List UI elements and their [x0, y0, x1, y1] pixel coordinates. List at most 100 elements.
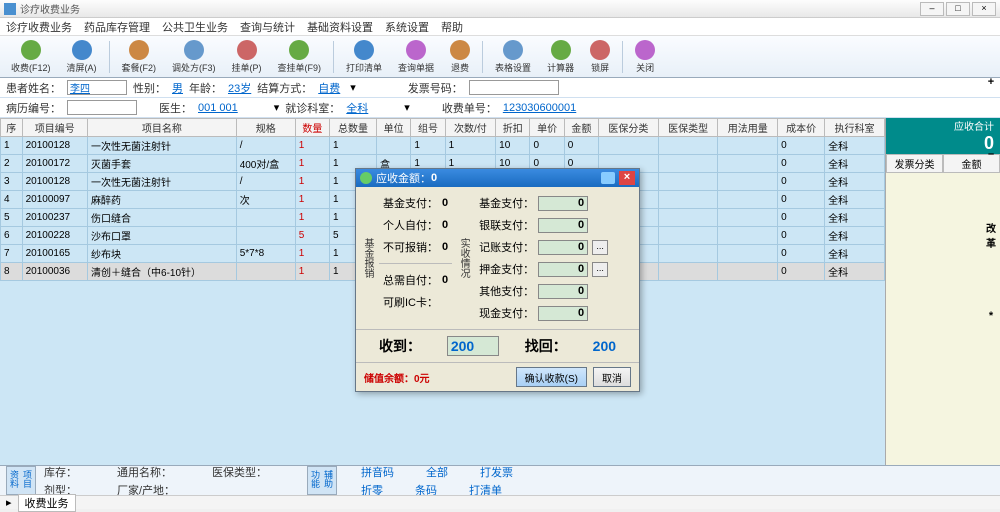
other-label: 其他支付： — [479, 283, 534, 299]
union-label: 银联支付： — [479, 217, 534, 233]
grid-header[interactable]: 单位 — [377, 119, 411, 137]
paymethod-value[interactable]: 自费 — [318, 80, 340, 96]
toolbar-icon — [184, 40, 204, 60]
menu-item[interactable]: 诊疗收费业务 — [6, 19, 72, 35]
dialog-icon — [360, 172, 372, 184]
grid-header[interactable]: 金额 — [564, 119, 598, 137]
union-input[interactable] — [538, 218, 588, 233]
toolbar-label: 关闭 — [636, 61, 654, 74]
toolbar-button[interactable]: 退费 — [443, 37, 477, 77]
main-toolbar: 收费(F12)清屏(A) 套餐(F2)调处方(F3)挂单(P) 查挂单(F9) 打印清… — [0, 36, 1000, 78]
toolbar-button[interactable]: 查挂单(F9) — [271, 37, 329, 77]
toolbar-button[interactable]: 打印清单 — [339, 37, 389, 77]
grid-header[interactable]: 医保类型 — [658, 119, 718, 137]
grid-header[interactable]: 单价 — [530, 119, 564, 137]
toolbar-label: 计算器 — [547, 61, 574, 74]
patient-name-label: 患者姓名： — [6, 80, 61, 96]
toolbar-button[interactable]: 计算器 — [540, 37, 581, 77]
item-info-tab[interactable]: 项目资料 — [6, 466, 36, 495]
age-value[interactable]: 23岁 — [228, 80, 251, 96]
dept-value[interactable]: 全科 — [346, 100, 368, 116]
sound-icon[interactable] — [601, 172, 615, 184]
toolbar-label: 打印清单 — [346, 61, 382, 74]
grid-header[interactable]: 用法用量 — [718, 119, 778, 137]
grid-header[interactable]: 次数/付 — [445, 119, 496, 137]
grid-header[interactable]: 数量 — [295, 119, 329, 137]
toolbar-button[interactable]: 收费(F12) — [4, 37, 58, 77]
minus-button[interactable]: – — [988, 148, 994, 160]
all-link[interactable]: 全部 — [426, 467, 448, 479]
fund2-input[interactable] — [538, 196, 588, 211]
pinyin-link[interactable]: 拼音码 — [361, 467, 394, 479]
toolbar-button[interactable]: 清屏(A) — [60, 37, 104, 77]
deposit-input[interactable] — [538, 262, 588, 277]
other-input[interactable] — [538, 284, 588, 299]
toolbar-button[interactable]: 套餐(F2) — [115, 37, 164, 77]
received-input[interactable] — [447, 336, 499, 356]
change-value: 200 — [593, 338, 616, 354]
patient-name-input[interactable] — [67, 80, 127, 95]
deposit-more-button[interactable]: ... — [592, 262, 608, 277]
generic-name-label: 通用名称： — [117, 467, 172, 479]
cash-label: 现金支付： — [479, 305, 534, 321]
dialog-close-button[interactable]: × — [619, 171, 635, 185]
menu-item[interactable]: 查询与统计 — [240, 19, 295, 35]
star-button[interactable]: * — [989, 310, 993, 322]
book-more-button[interactable]: ... — [592, 240, 608, 255]
dept-label: 就诊科室： — [285, 100, 340, 116]
grid-header[interactable]: 成本价 — [778, 119, 825, 137]
toolbar-button[interactable]: 关闭 — [628, 37, 662, 77]
minimize-button[interactable]: – — [920, 2, 944, 16]
toolbar-button[interactable]: 调处方(F3) — [165, 37, 223, 77]
toolbar-button[interactable]: 锁屏 — [583, 37, 617, 77]
cash-input[interactable] — [538, 306, 588, 321]
grid-header[interactable]: 执行科室 — [825, 119, 885, 137]
doctor-value[interactable]: 001 001 — [198, 102, 238, 114]
grid-header[interactable]: 规格 — [236, 119, 295, 137]
grid-header[interactable]: 项目编号 — [22, 119, 87, 137]
grid-header[interactable]: 项目名称 — [88, 119, 237, 137]
menu-item[interactable]: 公共卫生业务 — [162, 19, 228, 35]
dialog-titlebar[interactable]: 应收金额： 0 × — [356, 169, 639, 187]
payment-dialog: 应收金额： 0 × 基金报销 基金支付：0 个人自付：0 不可报销：0 总需自付… — [355, 168, 640, 392]
cancel-payment-button[interactable]: 取消 — [593, 367, 631, 387]
grid-header[interactable]: 序 — [1, 119, 23, 137]
toolbar-icon — [354, 40, 374, 60]
noreimb-label: 不可报销： — [383, 239, 438, 255]
toolbar-button[interactable]: 挂单(P) — [225, 37, 269, 77]
book-input[interactable] — [538, 240, 588, 255]
refresh-button[interactable]: 改革 — [986, 220, 996, 250]
plus-button[interactable]: + — [988, 76, 994, 88]
status-arrow[interactable]: ▸ — [6, 496, 12, 509]
aux-function-tab[interactable]: 辅助功能 — [307, 466, 337, 495]
close-button[interactable]: × — [972, 2, 996, 16]
menu-item[interactable]: 系统设置 — [385, 19, 429, 35]
grid-header[interactable]: 组号 — [411, 119, 445, 137]
toolbar-button[interactable]: 表格设置 — [488, 37, 538, 77]
fund-reimburse-group-label: 基金报销 — [360, 191, 375, 325]
maximize-button[interactable]: □ — [946, 2, 970, 16]
side-buttons: + – 改革 * — [982, 76, 1000, 322]
grid-header[interactable]: 折扣 — [496, 119, 530, 137]
toolbar-button[interactable]: 查询单据 — [391, 37, 441, 77]
record-input[interactable] — [67, 100, 137, 115]
grid-header[interactable]: 总数量 — [330, 119, 377, 137]
sex-value[interactable]: 男 — [172, 80, 183, 96]
stored-balance-label: 储值余额：0元 — [364, 370, 510, 385]
print-invoice-link[interactable]: 打发票 — [480, 467, 513, 479]
table-row[interactable]: 120100128一次性无菌注射针/111110000全科 — [1, 137, 885, 155]
toolbar-label: 查挂单(F9) — [278, 61, 322, 74]
menu-item[interactable]: 药品库存管理 — [84, 19, 150, 35]
fee-value[interactable]: 123030600001 — [503, 102, 576, 114]
patient-form-row1: 患者姓名： 性别： 男 年龄： 23岁 结算方式： 自费 ▾ 发票号码： — [0, 78, 1000, 98]
sex-label: 性别： — [133, 80, 166, 96]
deposit-label: 押金支付： — [479, 261, 534, 277]
invoice-input[interactable] — [469, 80, 559, 95]
doctor-label: 医生： — [159, 100, 192, 116]
menu-item[interactable]: 基础资料设置 — [307, 19, 373, 35]
grid-header[interactable]: 医保分类 — [599, 119, 659, 137]
confirm-payment-button[interactable]: 确认收款(S) — [516, 367, 587, 387]
toolbar-icon — [590, 40, 610, 60]
menu-item[interactable]: 帮助 — [441, 19, 463, 35]
bottom-bar: 项目资料 库存：通用名称：医保类型： 剂型：厂家/产地： 辅助功能 拼音码全部打… — [0, 465, 1000, 495]
